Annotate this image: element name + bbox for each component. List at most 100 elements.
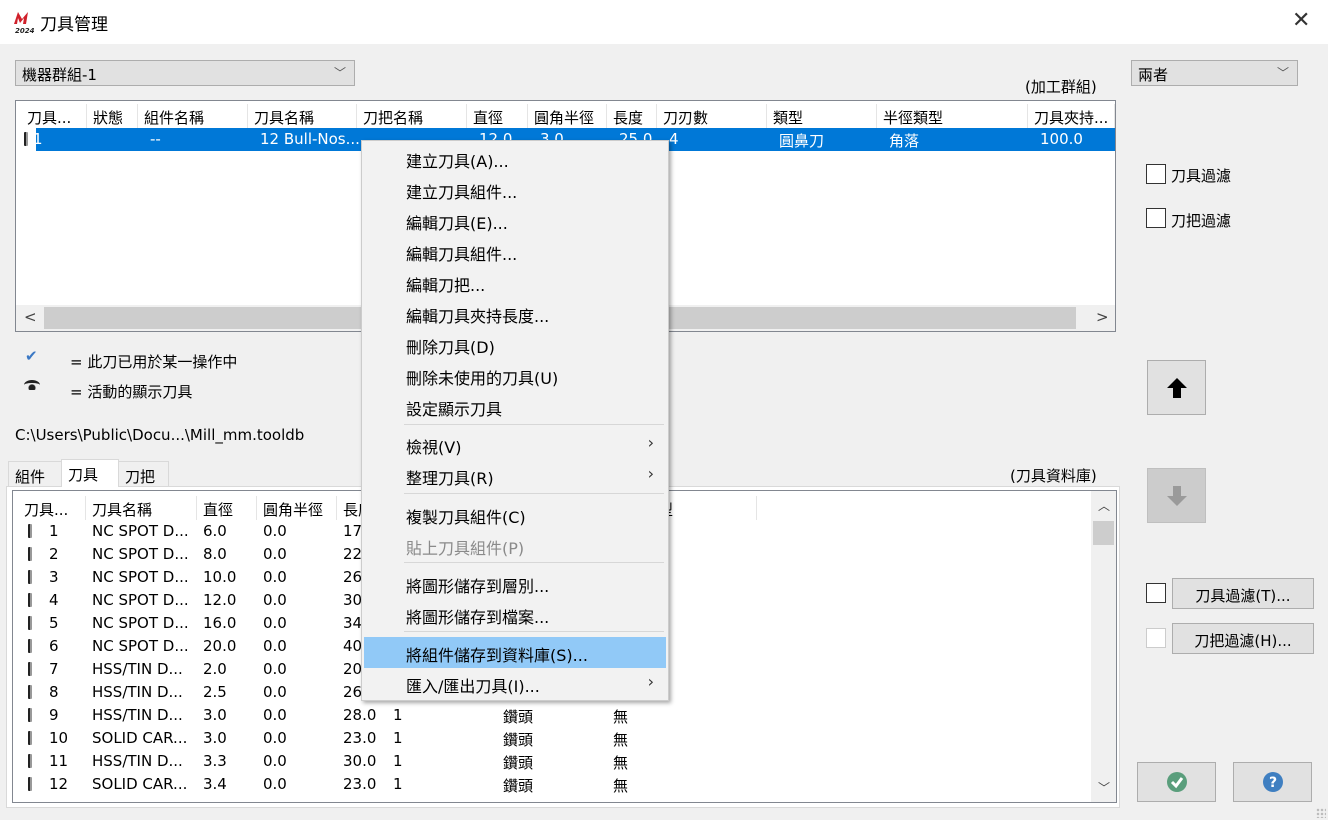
column-header[interactable]: 直徑 <box>197 496 257 520</box>
holder-filter-checkbox[interactable] <box>1146 208 1166 228</box>
machining-group-label: (加工群組) <box>1025 78 1097 96</box>
column-header[interactable]: 刀把名稱 <box>357 104 467 128</box>
menu-item-label: 將圖形儲存到檔案... <box>406 608 550 627</box>
chevron-right-icon: › <box>647 464 654 483</box>
menu-item-label: 檢視(V) <box>406 438 462 457</box>
move-up-button[interactable] <box>1147 360 1206 415</box>
cell-num: 8 <box>49 683 59 701</box>
cell-length: 22 <box>343 545 363 563</box>
cell-length: 17 <box>343 522 363 540</box>
table-row[interactable]: 12 SOLID CAR... 3.4 0.0 23.0 1 鑽頭 無 <box>13 773 1091 796</box>
cell-num: 1 <box>49 522 59 540</box>
cell-type: 圓鼻刀 <box>779 132 825 150</box>
column-header[interactable]: 刀刃數 <box>657 104 767 128</box>
tool-filter-button[interactable]: 刀具過濾(T)... <box>1172 578 1314 609</box>
menu-item-label: 刪除未使用的刀具(U) <box>406 369 559 388</box>
cell-name: NC SPOT D... <box>92 522 189 540</box>
column-header[interactable]: 圓角半徑 <box>528 104 607 128</box>
cell-length: 20 <box>343 660 363 678</box>
move-down-button[interactable] <box>1147 468 1206 523</box>
ok-button[interactable] <box>1137 762 1216 802</box>
scroll-down-icon[interactable]: ﹀ <box>1098 779 1110 796</box>
column-header[interactable]: 圓角半徑 <box>257 496 337 520</box>
menu-item[interactable]: 編輯刀把... <box>364 267 666 298</box>
tool-icon <box>28 731 32 745</box>
menu-item[interactable]: 將組件儲存到資料庫(S)... <box>364 637 666 668</box>
menu-item-label: 編輯刀具組件... <box>406 245 518 264</box>
scroll-up-icon[interactable]: ︿ <box>1098 497 1110 514</box>
machine-group-dropdown[interactable]: 機器群組-1 ﹀ <box>15 60 355 86</box>
resize-grip-icon[interactable] <box>1316 808 1326 818</box>
scrollbar-thumb[interactable] <box>1093 521 1114 545</box>
help-icon: ? <box>1262 772 1283 792</box>
cell-length: 40 <box>343 637 363 655</box>
menu-item[interactable]: 刪除未使用的刀具(U) <box>364 360 666 391</box>
cell-corner: 0.0 <box>263 706 287 724</box>
filter-mode-dropdown[interactable]: 兩者 ﹀ <box>1131 60 1298 86</box>
menu-item[interactable]: 將圖形儲存到層別... <box>364 568 666 599</box>
menu-item[interactable]: 建立刀具(A)... <box>364 143 666 174</box>
cell-name: NC SPOT D... <box>92 568 189 586</box>
tab-assemblies[interactable]: 組件 <box>8 461 62 487</box>
menu-item[interactable]: 檢視(V) › <box>364 429 666 460</box>
cell-name: SOLID CAR... <box>92 729 188 747</box>
menu-item[interactable]: 將圖形儲存到檔案... <box>364 599 666 630</box>
help-button[interactable]: ? <box>1233 762 1312 802</box>
cell-flutes: 4 <box>669 130 679 148</box>
holder-filter-label: 刀把過濾 <box>1171 212 1232 230</box>
menu-item-label: 將組件儲存到資料庫(S)... <box>406 646 588 665</box>
holder-filter-button[interactable]: 刀把過濾(H)... <box>1172 623 1314 654</box>
tool-icon <box>28 685 32 699</box>
cell-num: 9 <box>49 706 59 724</box>
table-row[interactable]: 9 HSS/TIN D... 3.0 0.0 28.0 1 鑽頭 無 <box>13 704 1091 727</box>
menu-item[interactable]: 編輯刀具組件... <box>364 236 666 267</box>
tab-holders[interactable]: 刀把 <box>118 461 169 487</box>
context-menu: 建立刀具(A)... 建立刀具組件... 編輯刀具(E)... 編輯刀具組件... 編輯… <box>361 140 669 701</box>
menu-item[interactable]: 編輯刀具夾持長度... <box>364 298 666 329</box>
column-header[interactable]: 刀具夾持... <box>1028 104 1115 128</box>
column-header[interactable]: 刀具... <box>18 496 86 520</box>
cell-length: 26 <box>343 683 363 701</box>
holder-filter-enable-checkbox[interactable] <box>1146 628 1166 648</box>
close-icon[interactable]: ✕ <box>1292 8 1310 33</box>
column-header[interactable]: 直徑 <box>467 104 528 128</box>
column-header[interactable]: 刀具名稱 <box>248 104 357 128</box>
menu-item[interactable]: 整理刀具(R) › <box>364 460 666 491</box>
cell-name: HSS/TIN D... <box>92 683 183 701</box>
column-header[interactable]: 組件名稱 <box>138 104 248 128</box>
column-header[interactable]: 刀具... <box>21 104 87 128</box>
tab-tools[interactable]: 刀具 <box>61 459 119 487</box>
arrow-down-icon <box>1166 486 1187 506</box>
tool-icon <box>28 547 32 561</box>
column-header[interactable]: 類型 <box>767 104 877 128</box>
table-row[interactable]: 10 SOLID CAR... 3.0 0.0 23.0 1 鑽頭 無 <box>13 727 1091 750</box>
menu-item[interactable]: 刪除刀具(D) <box>364 329 666 360</box>
menu-item[interactable]: 設定顯示刀具 <box>364 391 666 422</box>
table-row[interactable]: 11 HSS/TIN D... 3.3 0.0 30.0 1 鑽頭 無 <box>13 750 1091 773</box>
menu-item-label: 貼上刀具組件(P) <box>406 539 525 558</box>
cell-type: 鑽頭 <box>503 777 534 795</box>
menu-item[interactable]: 貼上刀具組件(P) <box>364 530 666 561</box>
vertical-scrollbar[interactable]: ︿ ﹀ <box>1091 491 1116 802</box>
svg-text:2024: 2024 <box>15 27 35 34</box>
cell-length: 30 <box>343 591 363 609</box>
column-header[interactable]: 狀態 <box>87 104 138 128</box>
tool-filter-enable-checkbox[interactable] <box>1146 583 1166 603</box>
cell-flutes: 1 <box>393 729 403 747</box>
menu-item-label: 建立刀具組件... <box>406 183 518 202</box>
tool-filter-checkbox[interactable] <box>1146 164 1166 184</box>
menu-item-label: 建立刀具(A)... <box>406 152 509 171</box>
cell-name: NC SPOT D... <box>92 591 189 609</box>
menu-item[interactable]: 編輯刀具(E)... <box>364 205 666 236</box>
scroll-right-icon[interactable]: > <box>1096 308 1109 326</box>
menu-item[interactable]: 建立刀具組件... <box>364 174 666 205</box>
column-header[interactable]: 長度 <box>607 104 657 128</box>
column-header[interactable]: 半徑類型 <box>877 104 1028 128</box>
cell-name: NC SPOT D... <box>92 614 189 632</box>
menu-separator <box>404 631 664 632</box>
menu-item[interactable]: 匯入/匯出刀具(I)... › <box>364 668 666 699</box>
cell-corner: 0.0 <box>263 591 287 609</box>
scroll-left-icon[interactable]: < <box>24 308 37 326</box>
column-header[interactable]: 刀具名稱 <box>86 496 197 520</box>
menu-item[interactable]: 複製刀具組件(C) <box>364 499 666 530</box>
